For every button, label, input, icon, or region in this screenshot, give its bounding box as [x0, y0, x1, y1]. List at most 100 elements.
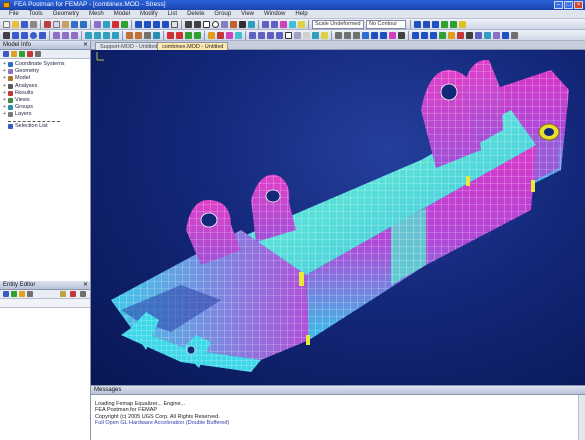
shrink-icon[interactable]	[312, 32, 319, 39]
tool-f-icon[interactable]	[457, 32, 464, 39]
lock-icon[interactable]	[60, 291, 66, 297]
cut-icon[interactable]	[44, 21, 51, 28]
tool-e-icon[interactable]	[448, 32, 455, 39]
maximize-button[interactable]: □	[564, 1, 573, 9]
show-all-icon[interactable]	[371, 32, 378, 39]
menu-list[interactable]: List	[163, 11, 182, 17]
autoscale-icon[interactable]	[432, 21, 439, 28]
fit-icon[interactable]	[171, 21, 178, 28]
csys-icon[interactable]	[362, 32, 369, 39]
point-icon[interactable]	[3, 32, 10, 39]
new-icon[interactable]	[3, 21, 10, 28]
mesh-size-icon[interactable]	[85, 32, 92, 39]
tool-h-icon[interactable]	[475, 32, 482, 39]
animate-icon[interactable]	[226, 32, 233, 39]
menu-modify[interactable]: Modify	[135, 11, 163, 17]
polygon-select-icon[interactable]	[221, 21, 228, 28]
menu-group[interactable]: Group	[209, 11, 236, 17]
menu-mesh[interactable]: Mesh	[84, 11, 109, 17]
undo-icon[interactable]	[71, 21, 78, 28]
show-selected-icon[interactable]	[380, 32, 387, 39]
view-style-icon[interactable]	[262, 21, 269, 28]
arc-icon[interactable]	[21, 32, 28, 39]
redraw-icon[interactable]	[450, 21, 457, 28]
paste-icon[interactable]	[62, 21, 69, 28]
pan-icon[interactable]	[144, 21, 151, 28]
front-view-icon[interactable]	[258, 32, 265, 39]
expand-icon[interactable]	[3, 51, 9, 57]
tree-item[interactable]: + Views	[3, 97, 90, 104]
pinned-icon[interactable]	[194, 32, 201, 39]
geometry-icon[interactable]	[94, 21, 101, 28]
menu-file[interactable]: File	[4, 11, 24, 17]
top-view-icon[interactable]	[249, 32, 256, 39]
workplane-icon[interactable]	[353, 32, 360, 39]
messages-scrollbar[interactable]	[578, 395, 585, 440]
copy-icon[interactable]	[53, 21, 60, 28]
tool-b-icon[interactable]	[421, 32, 428, 39]
post-icon[interactable]	[280, 21, 287, 28]
menu-tools[interactable]: Tools	[24, 11, 48, 17]
select-entity-icon[interactable]	[3, 291, 9, 297]
minimize-button[interactable]: –	[554, 1, 563, 9]
tree-item[interactable]: + Layers	[3, 111, 90, 118]
options-icon[interactable]	[35, 51, 41, 57]
group-icon[interactable]	[153, 32, 160, 39]
mode-combo[interactable]: No Contour	[366, 20, 406, 29]
labels-icon[interactable]	[398, 32, 405, 39]
constraint-icon[interactable]	[121, 21, 128, 28]
tree-item[interactable]: + Analyses	[3, 83, 90, 90]
pressure-icon[interactable]	[176, 32, 183, 39]
tree-item[interactable]: + Groups	[3, 104, 90, 111]
tree-item[interactable]: + Coordinate Systems	[3, 61, 90, 68]
view-combo[interactable]: Scale Undeformed	[312, 20, 364, 29]
menu-help[interactable]: Help	[290, 11, 312, 17]
menu-model[interactable]: Model	[109, 11, 135, 17]
zoom-icon[interactable]	[153, 21, 160, 28]
tool-d-icon[interactable]	[439, 32, 446, 39]
property-icon[interactable]	[135, 32, 142, 39]
side-view-icon[interactable]	[267, 32, 274, 39]
tool-i-icon[interactable]	[484, 32, 491, 39]
hidden-line-icon[interactable]	[303, 32, 310, 39]
tool-l-icon[interactable]	[511, 32, 518, 39]
mesh-surface-icon[interactable]	[103, 32, 110, 39]
mesh-geometry-icon[interactable]	[94, 32, 101, 39]
graphics-viewport[interactable]	[91, 50, 585, 385]
help-icon[interactable]	[70, 291, 76, 297]
tree-item-selection-list[interactable]: Selection List	[3, 123, 90, 130]
tool-c-icon[interactable]	[430, 32, 437, 39]
tree-item[interactable]: + Geometry	[3, 68, 90, 75]
wireframe-icon[interactable]	[285, 32, 292, 39]
save-icon[interactable]	[21, 21, 28, 28]
deform-icon[interactable]	[298, 21, 305, 28]
fixed-icon[interactable]	[185, 32, 192, 39]
freebody-icon[interactable]	[235, 32, 242, 39]
layer-icon[interactable]	[144, 32, 151, 39]
node-icon[interactable]	[239, 21, 246, 28]
view-options-icon[interactable]	[271, 21, 278, 28]
panel-close-icon[interactable]: ✕	[83, 281, 88, 290]
mesh-icon[interactable]	[103, 21, 110, 28]
circle-select-icon[interactable]	[212, 21, 219, 28]
entity-icon[interactable]	[230, 21, 237, 28]
box-select-icon[interactable]	[203, 21, 210, 28]
mesh-solid-icon[interactable]	[112, 32, 119, 39]
menu-window[interactable]: Window	[259, 11, 290, 17]
regenerate-icon[interactable]	[441, 21, 448, 28]
contour-icon[interactable]	[289, 21, 296, 28]
entity-colors-icon[interactable]	[389, 32, 396, 39]
sort-icon[interactable]	[19, 291, 25, 297]
iso-view-icon[interactable]	[276, 32, 283, 39]
tab-support-model[interactable]: Support-MOD - Untitled	[95, 42, 163, 50]
circle-icon[interactable]	[30, 32, 37, 39]
load-icon[interactable]	[112, 21, 119, 28]
edit-icon[interactable]	[27, 291, 33, 297]
menu-view[interactable]: View	[236, 11, 259, 17]
open-icon[interactable]	[12, 21, 19, 28]
redo-icon[interactable]	[80, 21, 87, 28]
dynamic-rotate-icon[interactable]	[414, 21, 421, 28]
element-icon[interactable]	[248, 21, 255, 28]
solid-render-icon[interactable]	[294, 32, 301, 39]
measure-icon[interactable]	[335, 32, 342, 39]
